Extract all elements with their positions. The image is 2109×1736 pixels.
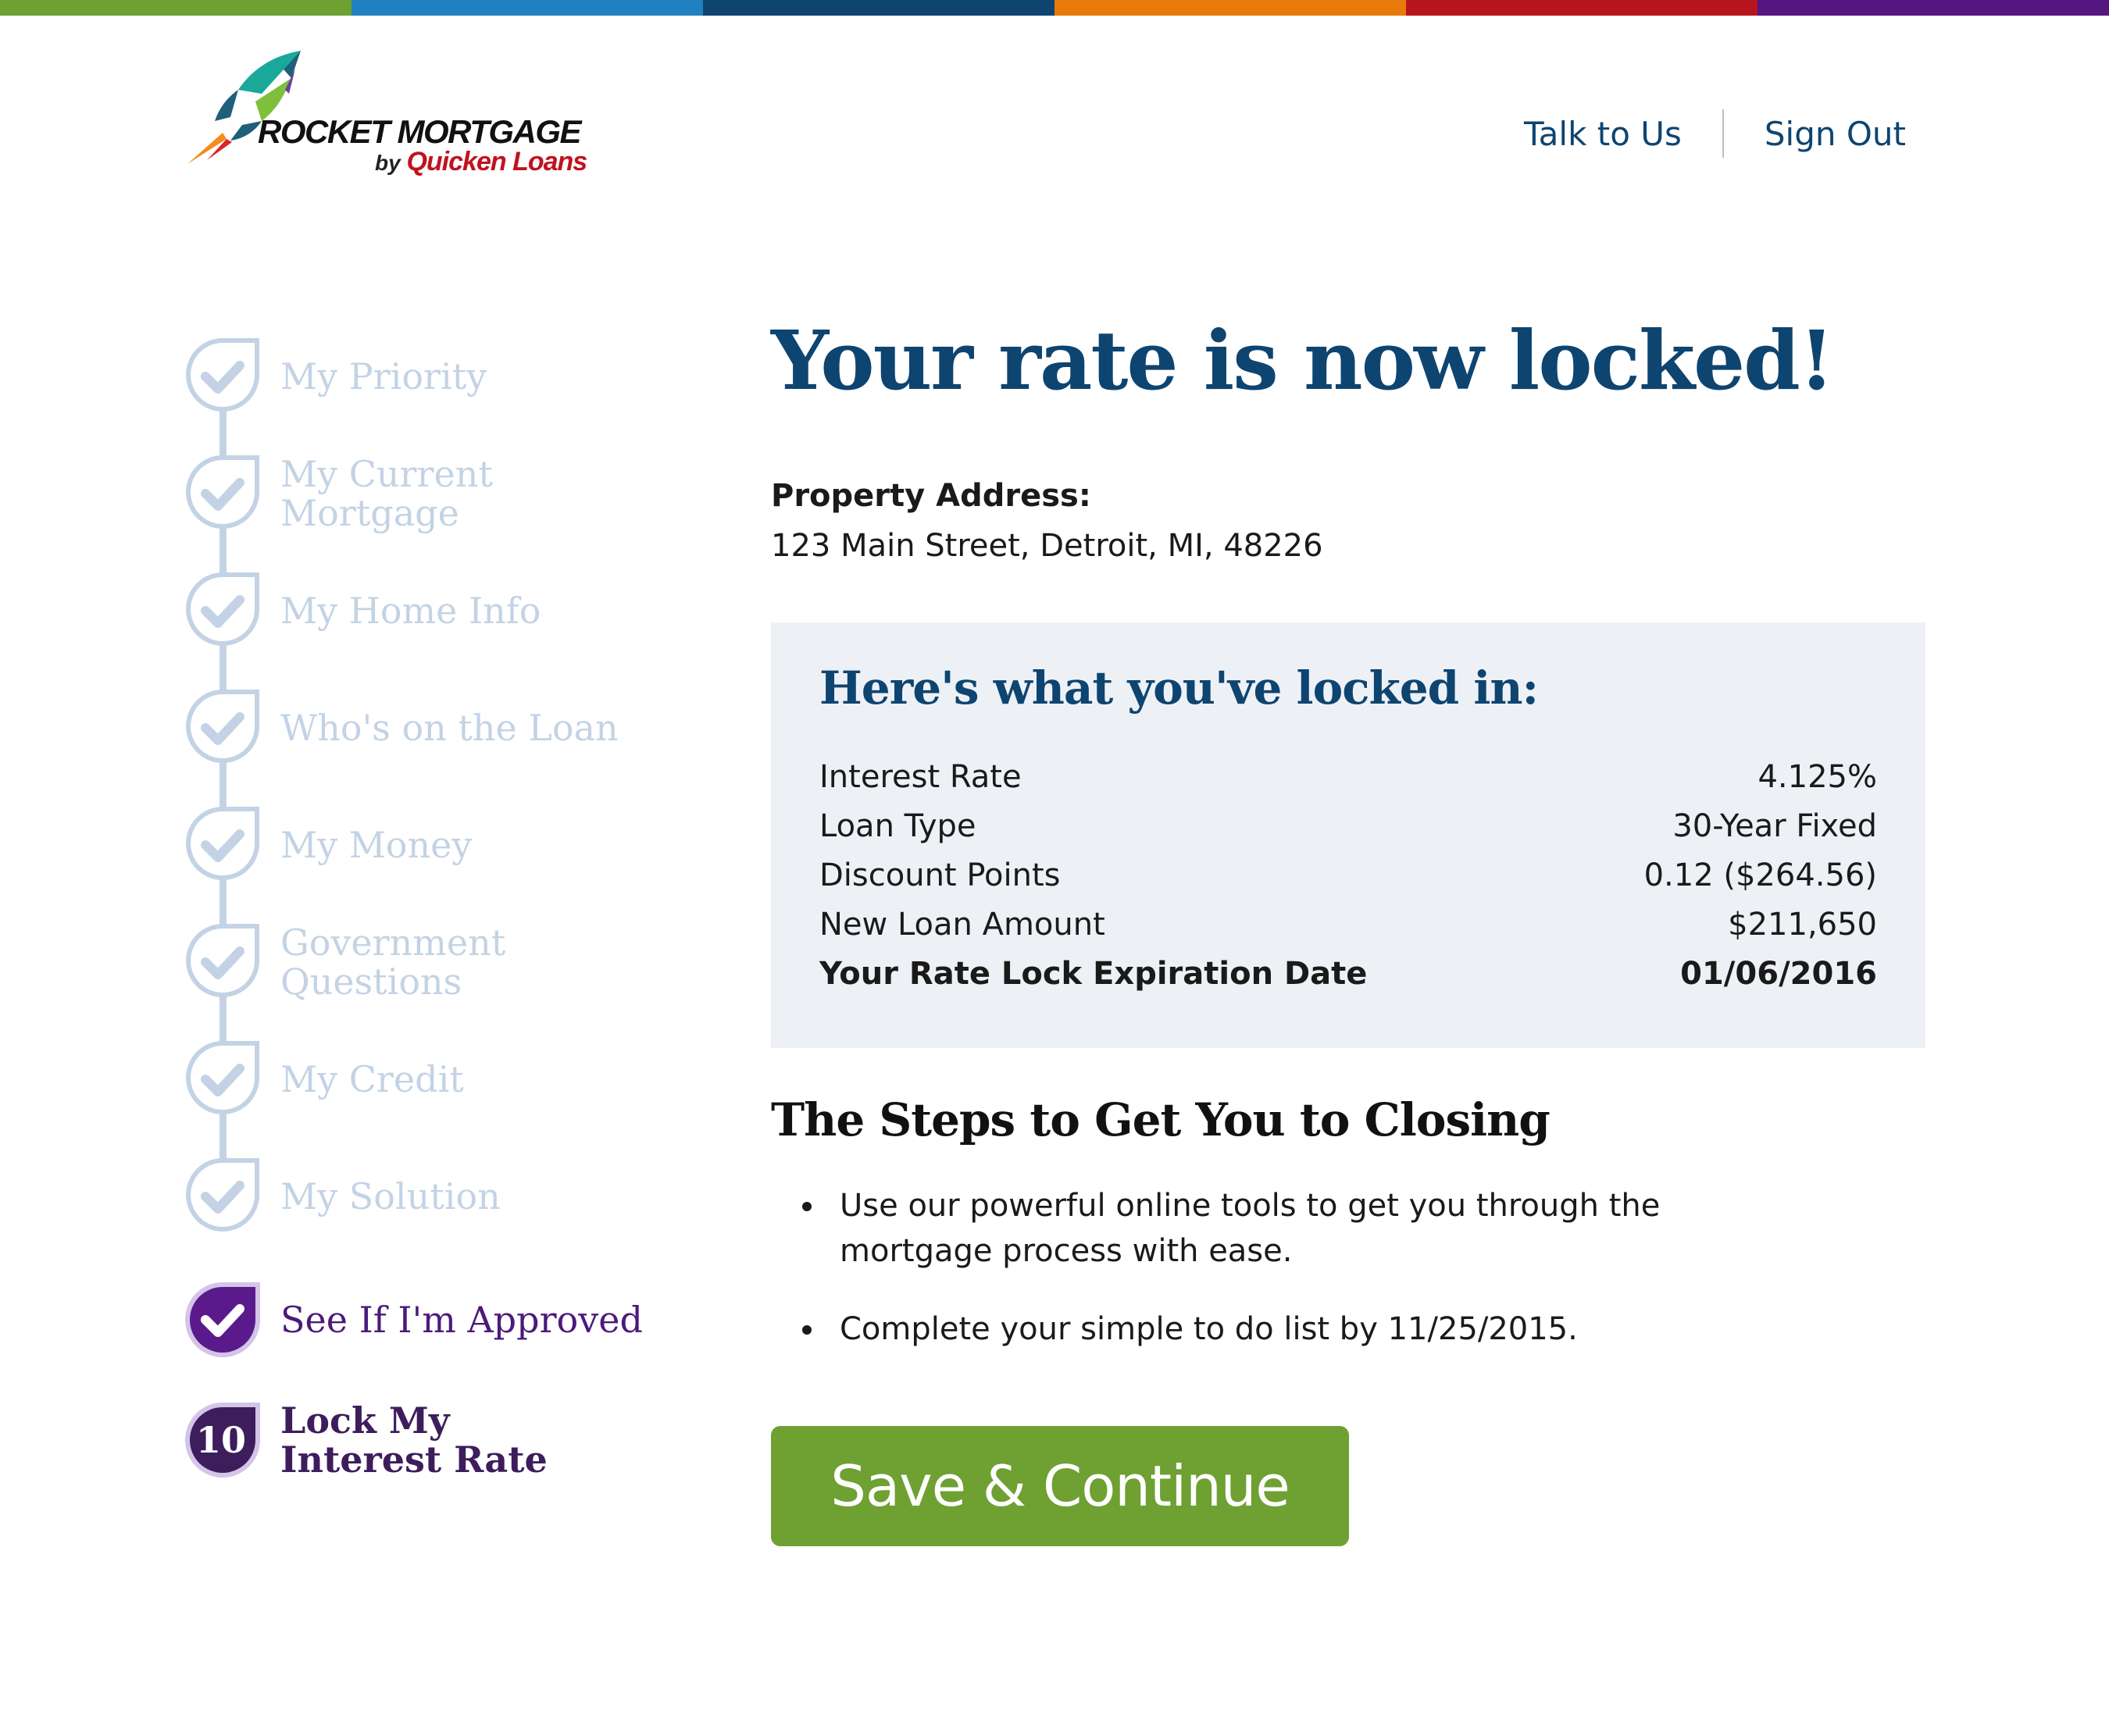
- step-my-home-info[interactable]: My Home Info: [182, 570, 541, 651]
- summary-value: $211,650: [1728, 907, 1877, 943]
- summary-row-interest-rate: Interest Rate 4.125%: [819, 759, 1877, 795]
- check-icon: [186, 455, 259, 529]
- main-content: Your rate is now locked! Property Addres…: [771, 312, 1925, 1546]
- save-continue-button[interactable]: Save & Continue: [771, 1426, 1349, 1546]
- step-label: My Credit: [280, 1058, 464, 1100]
- color-segment-blue: [352, 0, 703, 16]
- summary-value: 0.12 ($264.56): [1643, 857, 1877, 893]
- logo-company-text: Quicken Loans: [406, 147, 587, 176]
- bullet-icon: [802, 1325, 812, 1335]
- page-title: Your rate is now locked!: [771, 312, 1835, 408]
- logo-brand-text: ROCKET MORTGAGE: [258, 113, 582, 150]
- step-number-badge: 10: [185, 1403, 260, 1478]
- check-icon: [186, 1041, 259, 1114]
- step-connector: [219, 996, 227, 1043]
- step-government-questions[interactable]: Government Questions: [182, 921, 515, 1003]
- summary-value: 30-Year Fixed: [1672, 808, 1877, 844]
- step-label: Lock My Interest Rate: [280, 1399, 548, 1481]
- bullet-icon: [802, 1202, 812, 1211]
- summary-label: Loan Type: [819, 808, 976, 844]
- summary-row-rate-lock-expiration: Your Rate Lock Expiration Date 01/06/201…: [819, 956, 1877, 992]
- summary-label: Interest Rate: [819, 759, 1022, 795]
- summary-label: New Loan Amount: [819, 907, 1105, 943]
- nav-divider: [1722, 109, 1724, 158]
- summary-label: Discount Points: [819, 857, 1061, 893]
- step-label: See If I'm Approved: [280, 1299, 643, 1341]
- header-nav: Talk to Us Sign Out: [1524, 109, 1906, 158]
- logo-by-text: by: [375, 151, 401, 175]
- step-label: My Solution: [280, 1175, 501, 1217]
- step-connector: [219, 527, 227, 574]
- check-icon: [186, 338, 259, 412]
- logo-byline: by Quicken Loans: [375, 147, 587, 177]
- step-connector: [219, 761, 227, 808]
- step-label: My Money: [280, 824, 473, 866]
- color-segment-green: [0, 0, 352, 16]
- step-whos-on-the-loan[interactable]: Who's on the Loan: [182, 687, 619, 768]
- step-label: Government Questions: [280, 921, 506, 1003]
- list-item-text: Complete your simple to do list by 11/25…: [840, 1311, 1578, 1347]
- step-my-current-mortgage[interactable]: My Current Mortgage: [182, 453, 499, 534]
- step-connector: [219, 410, 227, 457]
- color-segment-orange: [1054, 0, 1406, 16]
- closing-steps-heading: The Steps to Get You to Closing: [771, 1093, 1551, 1146]
- summary-label: Your Rate Lock Expiration Date: [819, 956, 1368, 992]
- list-item: Complete your simple to do list by 11/25…: [771, 1306, 1786, 1352]
- check-icon: [185, 1282, 260, 1357]
- step-connector: [219, 1113, 227, 1160]
- check-icon: [186, 924, 259, 997]
- step-label: My Current Mortgage: [280, 453, 493, 534]
- summary-value: 01/06/2016: [1680, 956, 1877, 992]
- step-my-priority[interactable]: My Priority: [182, 336, 487, 417]
- summary-row-discount-points: Discount Points 0.12 ($264.56): [819, 857, 1877, 893]
- check-icon: [186, 690, 259, 763]
- summary-row-new-loan-amount: New Loan Amount $211,650: [819, 907, 1877, 943]
- step-my-credit[interactable]: My Credit: [182, 1039, 464, 1120]
- step-connector: [219, 879, 227, 925]
- locked-in-summary: Here's what you've locked in: Interest R…: [771, 622, 1925, 1048]
- step-see-if-im-approved[interactable]: See If I'm Approved: [182, 1279, 643, 1360]
- color-segment-purple: [1758, 0, 2109, 16]
- property-address-value: 123 Main Street, Detroit, MI, 48226: [771, 528, 1323, 564]
- brand-color-bar: [0, 0, 2109, 16]
- sign-out-link[interactable]: Sign Out: [1765, 115, 1906, 153]
- check-icon: [186, 807, 259, 880]
- rocket-mortgage-logo[interactable]: ROCKET MORTGAGE by Quicken Loans: [184, 47, 621, 180]
- step-connector: [219, 644, 227, 691]
- closing-steps-list: Use our powerful online tools to get you…: [771, 1183, 1786, 1385]
- summary-heading: Here's what you've locked in:: [819, 661, 1539, 715]
- step-label: My Home Info: [280, 590, 541, 632]
- color-segment-navy: [703, 0, 1054, 16]
- check-icon: [186, 1158, 259, 1232]
- list-item: Use our powerful online tools to get you…: [771, 1183, 1699, 1274]
- color-segment-red: [1406, 0, 1758, 16]
- step-label: Who's on the Loan: [280, 707, 619, 749]
- summary-value: 4.125%: [1758, 759, 1877, 795]
- step-number: 10: [196, 1419, 246, 1461]
- step-label: My Priority: [280, 355, 487, 397]
- list-item-text: Use our powerful online tools to get you…: [840, 1188, 1661, 1269]
- summary-row-loan-type: Loan Type 30-Year Fixed: [819, 808, 1877, 844]
- property-address-label: Property Address:: [771, 478, 1091, 514]
- step-lock-my-interest-rate[interactable]: 10 Lock My Interest Rate: [182, 1399, 608, 1481]
- step-my-solution[interactable]: My Solution: [182, 1156, 501, 1237]
- check-icon: [186, 572, 259, 646]
- talk-to-us-link[interactable]: Talk to Us: [1524, 115, 1682, 153]
- step-my-money[interactable]: My Money: [182, 804, 472, 886]
